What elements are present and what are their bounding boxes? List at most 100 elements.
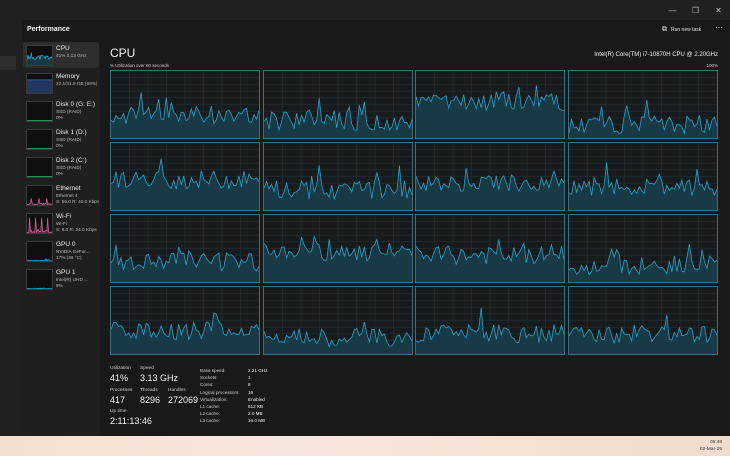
spec-value: 512 KB (248, 404, 264, 409)
spec-value: 1 (248, 375, 251, 381)
sidebar-item-detail: Ethernet 4 (56, 193, 78, 198)
utilization-value: 41% (110, 373, 129, 383)
core-graph-svg (111, 287, 259, 354)
sidebar-item-detail: Wi-Fi (56, 221, 67, 226)
sidebar-thumbnail (26, 157, 53, 178)
core-graph-3 (567, 70, 718, 139)
spec-key: Logical processors: (200, 389, 240, 395)
core-graph-svg (111, 71, 259, 138)
run-task-icon: ⧉ (662, 26, 667, 33)
spec-key: Sockets: (200, 375, 218, 381)
sidebar-item-gpu-1[interactable]: GPU 1 Intel(R) UHD ... 8% (23, 266, 99, 292)
core-graph-2 (415, 70, 565, 139)
title-bar: Performance ⧉ Run new task ··· (22, 20, 730, 40)
spec-value: 8 (248, 382, 251, 388)
spec-key: Base speed: (200, 368, 226, 373)
core-graph-svg (111, 143, 259, 210)
window-controls: — ❐ ✕ (661, 0, 730, 20)
max-percent-label: 100% (706, 63, 718, 68)
sidebar-thumbnail (26, 185, 53, 206)
rail-selected-indicator (0, 56, 16, 70)
left-rail (0, 20, 22, 436)
sidebar-thumbnail (26, 241, 53, 262)
core-graph-svg (111, 215, 259, 282)
core-graph-7 (567, 142, 718, 211)
close-icon[interactable]: ✕ (707, 0, 730, 20)
sidebar-item-name: CPU (56, 45, 70, 52)
sidebar-thumbnail (26, 45, 53, 66)
sidebar-item-ethernet[interactable]: Ethernet Ethernet 4 S: 56.0 R: 40.0 Kbps (23, 182, 99, 208)
sidebar-item-detail: NVIDIA GeFor... (56, 249, 90, 254)
sidebar-item-detail: SSD (RAID) (56, 165, 82, 170)
sidebar-item-gpu-0[interactable]: GPU 0 NVIDIA GeFor... 17% (48 °C) (23, 238, 99, 264)
sidebar-thumbnail (26, 73, 53, 94)
utilization-caption: % Utilization over 60 seconds (110, 63, 170, 68)
spec-row: L3 cache: 16.0 MB (200, 418, 290, 425)
core-graph-12 (110, 286, 260, 355)
spec-key: Cores: (200, 382, 214, 388)
spec-row: Cores: 8 (200, 382, 290, 389)
spec-row: Sockets: 1 (200, 375, 290, 382)
sidebar-item-cpu[interactable]: CPU 41% 3.13 GHz (23, 42, 99, 68)
more-options-icon[interactable]: ··· (715, 23, 723, 32)
sidebar-item-detail: S: 56.0 R: 40.0 Kbps (56, 198, 100, 204)
core-graph-5 (262, 142, 413, 211)
uptime-label: Up time (110, 409, 127, 414)
sidebar-thumbnail (26, 101, 53, 122)
sidebar-item-detail: 22.1/31.8 GB (69%) (56, 81, 98, 86)
spec-value: 16.0 MB (248, 418, 266, 424)
usage-line (27, 287, 52, 289)
core-graph-10 (415, 214, 565, 283)
taskbar-clock[interactable]: 05:48 02-Mar-25 (700, 439, 722, 453)
spec-value: 2.21 GHz (248, 368, 268, 373)
speed-value: 3.13 GHz (140, 373, 179, 383)
core-graph-13 (262, 286, 413, 355)
sidebar-item-name: Disk 1 (D:) (56, 129, 87, 136)
usage-line (27, 258, 52, 261)
core-graph-0 (110, 70, 260, 139)
core-graph-svg (263, 215, 412, 282)
clock-date: 02-Mar-25 (699, 447, 722, 452)
sidebar-item-detail: 0% (56, 114, 63, 120)
core-graph-15 (567, 286, 718, 355)
core-graph-svg (416, 287, 564, 354)
sidebar-item-name: Memory (56, 73, 80, 80)
core-graph-1 (262, 70, 413, 139)
sidebar-thumbnail (26, 213, 53, 234)
sidebar-item-name: Disk 0 (G: E:) (56, 101, 96, 108)
task-manager-window: Performance ⧉ Run new task ··· CPU 41% 3.… (22, 20, 730, 436)
thumbnail-graph (27, 176, 52, 177)
processes-label: Processes (110, 388, 133, 393)
spec-value: Enabled (248, 396, 265, 402)
cpu-heading: CPU (110, 46, 136, 60)
page-title: Performance (27, 26, 70, 33)
sidebar-item-name: GPU 0 (56, 241, 76, 248)
core-graph-svg (568, 287, 717, 354)
core-graph-svg (416, 215, 564, 282)
threads-value: 8296 (140, 395, 161, 405)
thumbnail-graph (27, 148, 52, 149)
sidebar-item-detail: Intel(R) UHD ... (56, 277, 89, 282)
sidebar-item-name: Disk 2 (C:) (56, 157, 87, 164)
sidebar-item-disk-0-g-e[interactable]: Disk 0 (G: E:) SSD (RAID) 0% (23, 98, 99, 124)
sidebar-item-wi-fi[interactable]: Wi-Fi Wi-Fi S: 8.0 R: 24.0 Kbps (23, 210, 99, 236)
speed-label: Speed (140, 366, 154, 371)
utilization-label: Utilization (110, 366, 131, 371)
top-strip (0, 0, 730, 20)
core-graph-svg (568, 143, 717, 210)
sidebar-item-disk-2-c[interactable]: Disk 2 (C:) SSD (RAID) 0% (23, 154, 99, 180)
sidebar-item-name: Wi-Fi (56, 213, 72, 220)
core-graph-svg (568, 71, 717, 138)
sidebar-item-disk-1-d[interactable]: Disk 1 (D:) SSD (RAID) 0% (23, 126, 99, 152)
sidebar: CPU 41% 3.13 GHz Memory 22.1/31.8 GB (69%) D… (22, 42, 100, 436)
spec-key: Virtualization: (200, 396, 228, 402)
sidebar-item-memory[interactable]: Memory 22.1/31.8 GB (69%) (23, 70, 99, 96)
spec-row: Virtualization: Enabled (200, 397, 290, 404)
spec-key: L1 cache: (200, 404, 220, 409)
run-new-task-button[interactable]: ⧉ Run new task (662, 24, 701, 36)
maximize-icon[interactable]: ❐ (684, 0, 707, 20)
minimize-icon[interactable]: — (661, 0, 684, 20)
spec-row: L2 cache: 2.0 MB (200, 411, 290, 418)
sidebar-thumbnail (26, 269, 53, 290)
core-graph-svg (416, 143, 564, 210)
